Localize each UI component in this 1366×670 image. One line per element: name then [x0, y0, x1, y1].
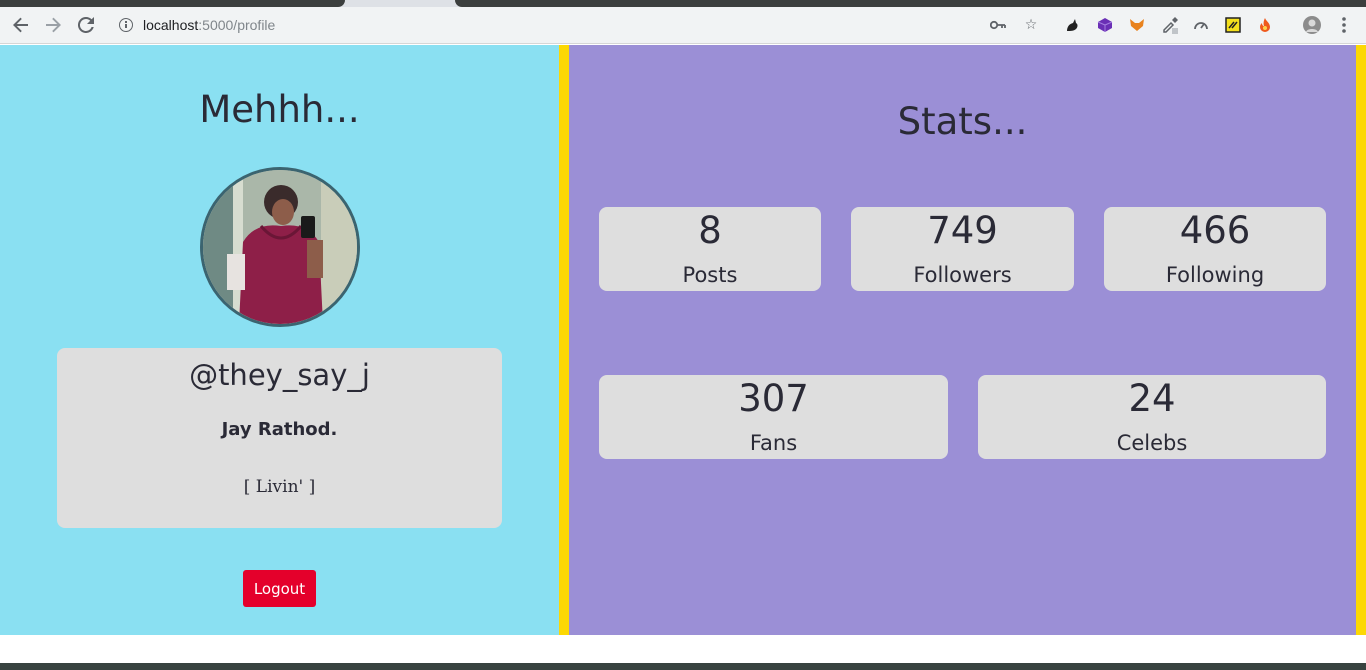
profile-photo	[203, 170, 357, 324]
star-icon[interactable]: ☆	[1021, 15, 1041, 35]
url-host: localhost	[143, 17, 199, 33]
stat-label: Celebs	[1116, 431, 1188, 455]
stat-card-fans: 307 Fans	[599, 375, 948, 459]
stat-card-posts: 8 Posts	[599, 207, 821, 291]
fox-icon[interactable]	[1127, 15, 1147, 35]
profile-page: Mehhh... @they_say_j Jay Rathod. [ Livin…	[0, 45, 1366, 635]
stat-value: 24	[1128, 377, 1176, 420]
stat-value: 307	[738, 377, 809, 420]
info-icon[interactable]	[119, 18, 133, 32]
fire-icon[interactable]	[1255, 15, 1275, 35]
tab-strip	[0, 0, 1366, 7]
profile-panel	[0, 45, 559, 635]
url-path: :5000/profile	[198, 17, 276, 33]
stat-label: Fans	[749, 431, 798, 455]
stat-label: Posts	[682, 263, 738, 287]
stat-card-following: 466 Following	[1104, 207, 1326, 291]
forward-icon[interactable]	[40, 12, 66, 38]
avatar	[200, 167, 360, 327]
browser-toolbar: localhost:5000/profile ☆	[0, 7, 1366, 44]
back-icon[interactable]	[8, 12, 34, 38]
stat-value: 466	[1179, 209, 1251, 252]
right-border	[1356, 45, 1366, 635]
cube-icon[interactable]	[1095, 15, 1115, 35]
stat-label: Followers	[913, 263, 1012, 287]
stat-card-celebs: 24 Celebs	[978, 375, 1326, 459]
panel-divider	[559, 45, 569, 635]
profile-card: @they_say_j Jay Rathod. [ Livin' ]	[57, 348, 502, 528]
gnome-icon[interactable]	[1062, 15, 1082, 35]
stat-value: 749	[927, 209, 998, 252]
speed-icon[interactable]	[1191, 15, 1211, 35]
url-text: localhost:5000/profile	[143, 17, 275, 33]
os-taskbar	[0, 663, 1366, 670]
bio: [ Livin' ]	[243, 477, 316, 497]
stat-label: Following	[1165, 263, 1265, 287]
menu-icon[interactable]	[1334, 15, 1354, 35]
logout-button[interactable]: Logout	[243, 570, 316, 607]
avatar-icon[interactable]	[1302, 15, 1322, 35]
full-name: Jay Rathod.	[221, 419, 338, 440]
stat-value: 8	[698, 209, 722, 252]
stats-heading: Stats...	[897, 100, 1028, 143]
key-icon[interactable]	[988, 15, 1008, 35]
reload-icon[interactable]	[73, 12, 99, 38]
tab-left[interactable]	[0, 0, 345, 7]
profile-heading: Mehhh...	[199, 88, 360, 131]
stat-card-followers: 749 Followers	[851, 207, 1074, 291]
username-handle: @they_say_j	[189, 358, 370, 392]
address-bar[interactable]: localhost:5000/profile	[108, 10, 1068, 40]
eyedropper-icon[interactable]	[1160, 15, 1180, 35]
tab-right[interactable]	[455, 0, 1366, 7]
pen-icon[interactable]	[1223, 15, 1243, 35]
